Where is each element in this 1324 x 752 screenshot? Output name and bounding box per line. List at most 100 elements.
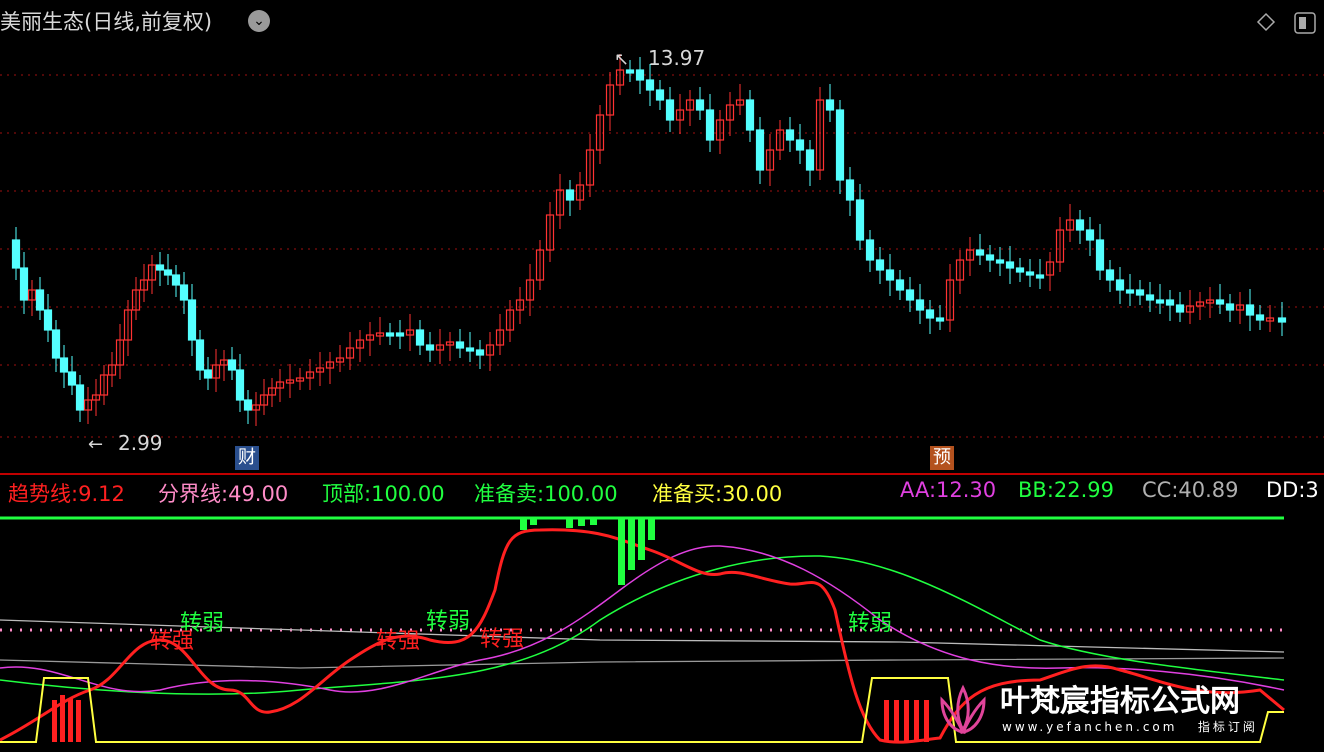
candle-body: [385, 332, 395, 337]
sell-spike: [520, 518, 527, 530]
sell-spike: [590, 518, 597, 525]
candle-body: [925, 309, 935, 319]
signal-bar: [76, 700, 81, 742]
candle-body: [1145, 294, 1155, 301]
candle-body: [655, 89, 665, 101]
candle-body: [1105, 269, 1115, 281]
legend-top: 顶部:100.00: [322, 482, 445, 506]
watermark-title: 叶梵宸指标公式网: [1000, 684, 1240, 719]
sell-spike: [618, 518, 625, 585]
signal-bar: [884, 700, 889, 742]
candle-body: [43, 309, 53, 331]
low-price-label: 2.99: [118, 431, 163, 455]
candle-body: [625, 69, 635, 74]
candle-body: [155, 264, 165, 271]
candle-body: [785, 129, 795, 141]
sell-spike: [628, 518, 635, 570]
price-annotations: 13.97 ↖ 2.99 ←: [88, 46, 705, 455]
candle-body: [195, 339, 205, 371]
candle-body: [1277, 317, 1287, 323]
candle-body: [875, 259, 885, 271]
candle-body: [695, 99, 705, 111]
candle-body: [171, 274, 181, 286]
candle-body: [935, 317, 945, 322]
sell-spike: [638, 518, 645, 560]
candle-body: [905, 289, 915, 301]
candle-body: [59, 357, 69, 373]
candle-body: [1165, 299, 1175, 306]
legend-cc: CC:40.89: [1142, 478, 1239, 502]
candle-body: [1015, 267, 1025, 273]
candle-body: [1005, 261, 1015, 269]
signal-label: 转强: [480, 627, 524, 652]
high-price-label: 13.97: [648, 46, 705, 70]
chart-canvas: 13.97 ↖ 2.99 ← 转弱 转弱 转弱转强 转强 转强: [0, 46, 1324, 744]
watermark-url: www.yefanchen.com 指标订阅: [1002, 720, 1258, 734]
candle-body: [179, 284, 189, 301]
candle-body: [1225, 303, 1235, 311]
candle-body: [67, 371, 77, 386]
candle-body: [1175, 304, 1185, 313]
candle-body: [1035, 274, 1045, 279]
sell-spike: [648, 518, 655, 540]
candle-body: [1085, 229, 1095, 241]
low-arrow-icon: ←: [88, 434, 103, 455]
candle-body: [415, 329, 425, 346]
candle-body: [995, 259, 1005, 264]
candle-body: [425, 344, 435, 351]
candle-body: [187, 299, 197, 341]
legend-ready-sell: 准备卖:100.00: [474, 482, 618, 506]
candle-body: [465, 347, 475, 352]
signal-bar: [914, 700, 919, 742]
legend-bb: BB:22.99: [1018, 478, 1115, 502]
legend-ready-buy: 准备买:30.00: [652, 482, 783, 506]
candle-body: [865, 239, 875, 261]
candle-body: [235, 369, 245, 401]
legend-aa: AA:12.30: [900, 478, 997, 502]
forecast-marker[interactable]: 预: [930, 446, 954, 470]
legend-trend-line: 趋势线:9.12: [8, 482, 125, 506]
candle-body: [795, 139, 805, 151]
candle-body: [1245, 304, 1255, 316]
candle-body: [825, 99, 835, 111]
signal-bar: [60, 695, 65, 742]
price-grid: [0, 74, 1324, 438]
candle-body: [75, 384, 85, 411]
candle-body: [835, 109, 845, 181]
candle-body: [1215, 299, 1225, 305]
watermark: 叶梵宸指标公式网 www.yefanchen.com 指标订阅: [930, 676, 1310, 746]
legend-dd: DD:3: [1266, 478, 1319, 502]
candle-body: [1255, 314, 1265, 321]
legend-divider-line: 分界线:49.00: [158, 482, 289, 506]
candle-body: [895, 279, 905, 291]
signal-bar: [904, 700, 909, 742]
signal-bar: [924, 700, 929, 742]
candle-body: [975, 249, 985, 256]
candle-body: [745, 99, 755, 131]
candle-body: [705, 109, 715, 141]
financial-report-marker[interactable]: 财: [235, 446, 259, 470]
candle-body: [565, 189, 575, 201]
candle-body: [665, 99, 675, 121]
signal-label: 转弱: [426, 609, 470, 634]
candle-body: [855, 199, 865, 241]
signal-bar: [894, 700, 899, 742]
high-arrow-icon: ↖: [614, 49, 629, 70]
signal-bar: [68, 698, 73, 742]
candle-body: [985, 254, 995, 261]
candle-body: [11, 239, 21, 269]
candle-body: [1075, 219, 1085, 231]
candle-body: [243, 399, 253, 411]
candle-body: [1025, 271, 1035, 276]
lotus-logo-icon: [940, 684, 986, 735]
candle-body: [1155, 299, 1165, 304]
candle-body: [35, 289, 45, 311]
sell-spike: [566, 518, 573, 528]
sell-spike: [530, 518, 537, 525]
candle-body: [203, 369, 213, 379]
candle-body: [1095, 239, 1105, 271]
candle-body: [395, 332, 405, 337]
signal-bar: [52, 700, 57, 742]
candle-body: [163, 269, 173, 276]
sell-spike: [578, 518, 585, 526]
